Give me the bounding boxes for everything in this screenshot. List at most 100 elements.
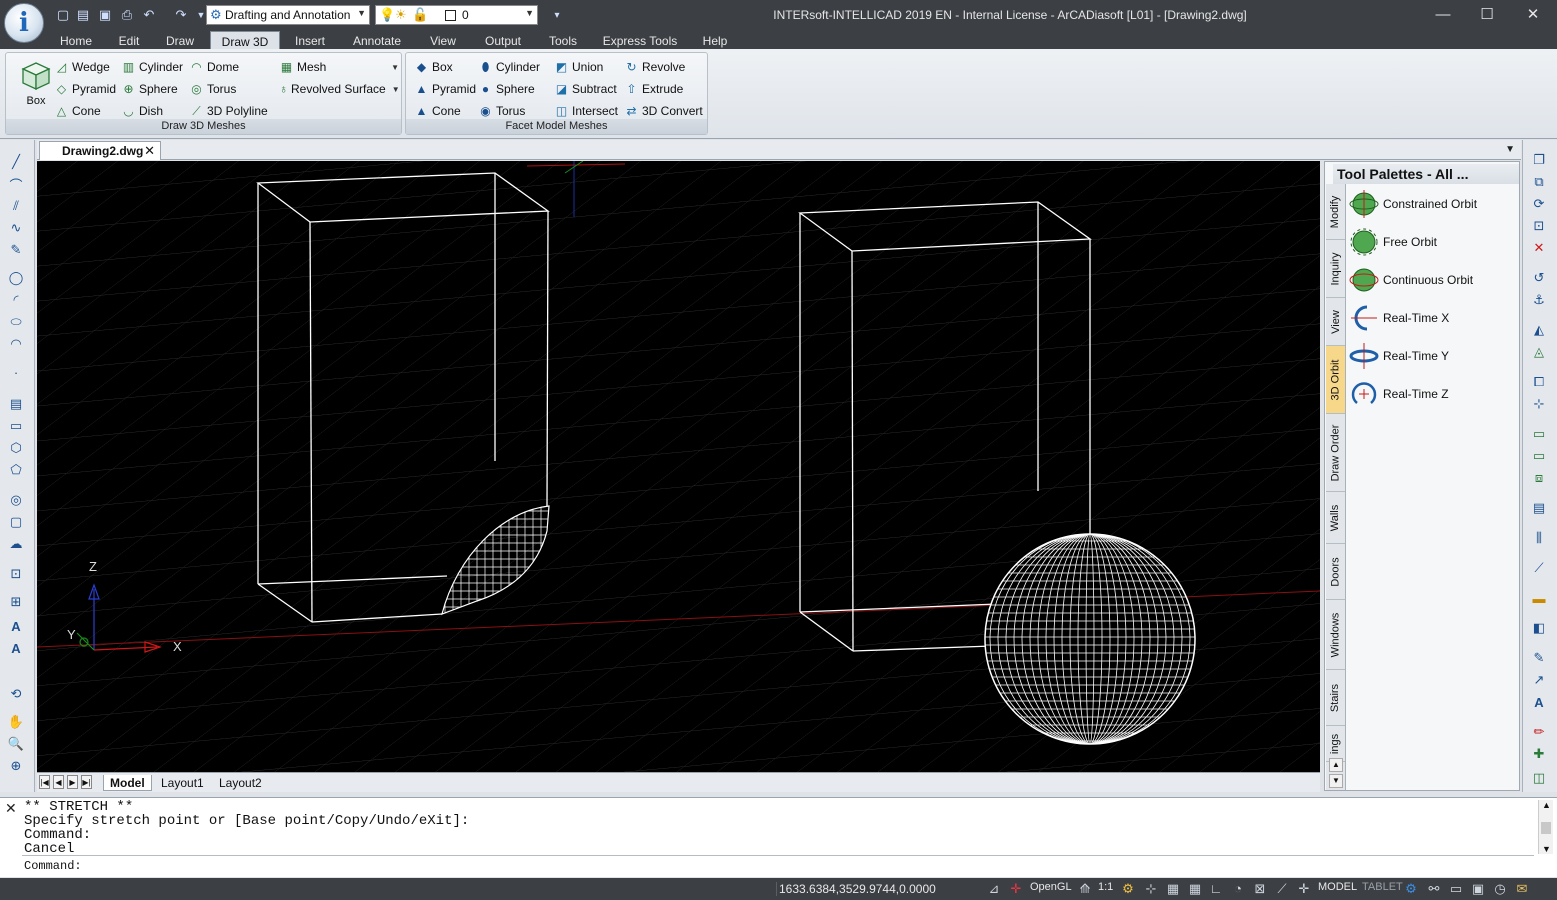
anchor-icon[interactable]: ⚓ [1529, 290, 1549, 310]
undo-icon[interactable]: ↶ [140, 6, 158, 24]
dome-button[interactable]: ◠ Dome [189, 57, 239, 77]
palette-tab-windows[interactable]: Windows [1326, 600, 1345, 670]
palette-title[interactable]: Tool Palettes - All ... [1333, 164, 1519, 184]
print-icon[interactable]: ⎙ [118, 6, 136, 24]
facet-cylinder-button[interactable]: ⬮ Cylinder [478, 57, 540, 77]
palette-tab-doors[interactable]: Doors [1326, 544, 1345, 600]
spline-icon[interactable]: ∿ [6, 218, 26, 238]
dynamic-input-icon[interactable]: ✛ [1296, 881, 1312, 897]
arc-icon[interactable]: ◜ [6, 290, 26, 310]
maximize-button[interactable]: ☐ [1472, 4, 1502, 26]
snap-tracking-icon[interactable]: ⟋ [1274, 881, 1290, 897]
ellipse-arc-icon[interactable]: ◠ [6, 334, 26, 354]
rotate-icon[interactable]: ⟳ [1529, 194, 1549, 214]
subtract-button[interactable]: ◪ Subtract [554, 79, 617, 99]
scale-icon[interactable]: ⊹ [1529, 394, 1549, 414]
circle-icon[interactable]: ◯ [6, 268, 26, 288]
grid-icon[interactable]: ▦ [1165, 881, 1181, 897]
palette-tab-3d-orbit[interactable]: 3D Orbit [1326, 346, 1345, 414]
palette-item-real-time-x[interactable]: Real-Time X [1349, 301, 1519, 335]
tab-insert[interactable]: Insert [286, 31, 334, 49]
first-layout-button[interactable]: |◀ [39, 775, 50, 789]
boundary-icon[interactable]: ⊡ [6, 564, 26, 584]
palette-tab-inquiry[interactable]: Inquiry [1326, 240, 1345, 298]
extrude-button[interactable]: ⇧ Extrude [624, 79, 683, 99]
wedge-button[interactable]: ◿ Wedge [54, 57, 110, 77]
drawing-canvas[interactable]: Z X Y [37, 161, 1320, 772]
tab-tools[interactable]: Tools [540, 31, 586, 49]
facet-cone-button[interactable]: ▲ Cone [414, 101, 461, 121]
pyramid-button[interactable]: ◇ Pyramid [54, 79, 116, 99]
lengthen-icon[interactable]: ▭ [1529, 446, 1549, 466]
model-viewport[interactable]: Z X Y [37, 161, 1320, 772]
application-menu-button[interactable]: i [4, 3, 44, 43]
redo-icon[interactable]: ↷ [172, 6, 190, 24]
rectangle-icon[interactable]: ▭ [6, 416, 26, 436]
image-icon[interactable]: ▣ [1470, 881, 1486, 897]
union-button[interactable]: ◩ Union [554, 57, 604, 77]
tab-output[interactable]: Output [474, 31, 532, 49]
scroll-down-icon[interactable]: ▼ [1542, 844, 1551, 854]
zoom-window-icon[interactable]: ⊕ [6, 756, 26, 776]
tab-express-tools[interactable]: Express Tools [596, 31, 684, 49]
match-properties-icon[interactable]: ✚ [1529, 744, 1549, 764]
box-mesh-button[interactable]: Box [16, 58, 56, 112]
move-icon[interactable]: ⧉ [1529, 172, 1549, 192]
facet-box-button[interactable]: ◆ Box [414, 57, 453, 77]
tab-draw-3d[interactable]: Draw 3D [210, 31, 280, 49]
tab-edit[interactable]: Edit [108, 31, 150, 49]
layer-select[interactable]: 💡 ☀ 🔓 0 ▼ [375, 5, 538, 25]
break-icon[interactable]: ⫼ [1529, 528, 1549, 548]
chamfer-icon[interactable]: ⟋ [1529, 558, 1549, 578]
join-icon[interactable]: ↗ [1529, 670, 1549, 690]
ortho-icon[interactable]: ∟ [1208, 881, 1224, 897]
ellipse-icon[interactable]: ⬭ [6, 312, 26, 332]
hatch-icon[interactable]: ▤ [6, 394, 26, 414]
last-layout-button[interactable]: ▶| [81, 775, 92, 789]
cylinder-button[interactable]: ▥ Cylinder [121, 57, 183, 77]
palette-item-continuous-orbit[interactable]: Continuous Orbit [1349, 263, 1519, 297]
3d-polyline-button[interactable]: ⟋ 3D Polyline [189, 101, 267, 121]
palette-tab-view[interactable]: View [1326, 298, 1345, 346]
gear-icon[interactable]: ⚙ [1403, 881, 1419, 897]
settings-adjust-icon[interactable]: ⚯ [1426, 881, 1442, 897]
revolve-button[interactable]: ↻ Revolve [624, 57, 685, 77]
polyline-icon[interactable]: ⌒ [6, 174, 26, 194]
polar-icon[interactable]: ✛ [1008, 881, 1024, 897]
command-scrollbar[interactable]: ▲ ▼ [1538, 800, 1553, 854]
revision-cloud-icon[interactable]: ☁ [6, 534, 26, 554]
scroll-thumb[interactable] [1541, 822, 1551, 834]
snap-icon[interactable]: ⊿ [986, 881, 1002, 897]
mail-icon[interactable]: ✉ [1514, 881, 1530, 897]
sphere-button[interactable]: ⊕ Sphere [121, 79, 177, 99]
construction-line-icon[interactable]: ⫽ [6, 196, 26, 216]
point-icon[interactable]: · [6, 362, 26, 382]
close-icon[interactable]: ✕ [144, 143, 155, 159]
palette-tab-walls[interactable]: Walls [1326, 492, 1345, 544]
next-layout-button[interactable]: ▶ [67, 775, 78, 789]
palette-scroll-up-button[interactable]: ▲ [1329, 758, 1343, 772]
revolved-surface-dropdown[interactable]: ♁ Revolved Surface ▼ [279, 79, 400, 99]
palette-tab-modify[interactable]: Modify [1326, 184, 1345, 240]
explode-icon[interactable]: ✎ [1529, 648, 1549, 668]
torus-button[interactable]: ◎ Torus [189, 79, 236, 99]
intersect-button[interactable]: ◫ Intersect [554, 101, 618, 121]
donut-icon[interactable]: ◎ [6, 490, 26, 510]
ortho-grid-icon[interactable]: ▦ [1187, 881, 1203, 897]
tab-annotate[interactable]: Annotate [344, 31, 410, 49]
object-snap-icon[interactable]: ⊠ [1252, 881, 1268, 897]
chevron-down-icon[interactable]: ▼ [1505, 144, 1515, 155]
facet-torus-button[interactable]: ◉ Torus [478, 101, 525, 121]
layer-icon[interactable]: ◫ [1529, 768, 1549, 788]
scroll-up-icon[interactable]: ▲ [1542, 800, 1551, 810]
line-icon[interactable]: ╱ [6, 152, 26, 172]
block-icon[interactable]: ⊞ [6, 592, 26, 612]
palette-tab-ings[interactable]: ings [1326, 726, 1345, 762]
palette-item-free-orbit[interactable]: Free Orbit [1349, 225, 1519, 259]
cone-button[interactable]: △ Cone [54, 101, 101, 121]
polygon-icon[interactable]: ⬡ [6, 438, 26, 458]
array-icon[interactable]: ⊡ [1529, 216, 1549, 236]
mesh-dropdown[interactable]: ▦ Mesh ▼ [279, 57, 399, 77]
wipeout-icon[interactable]: ▢ [6, 512, 26, 532]
window-icon[interactable]: ▭ [1448, 881, 1464, 897]
